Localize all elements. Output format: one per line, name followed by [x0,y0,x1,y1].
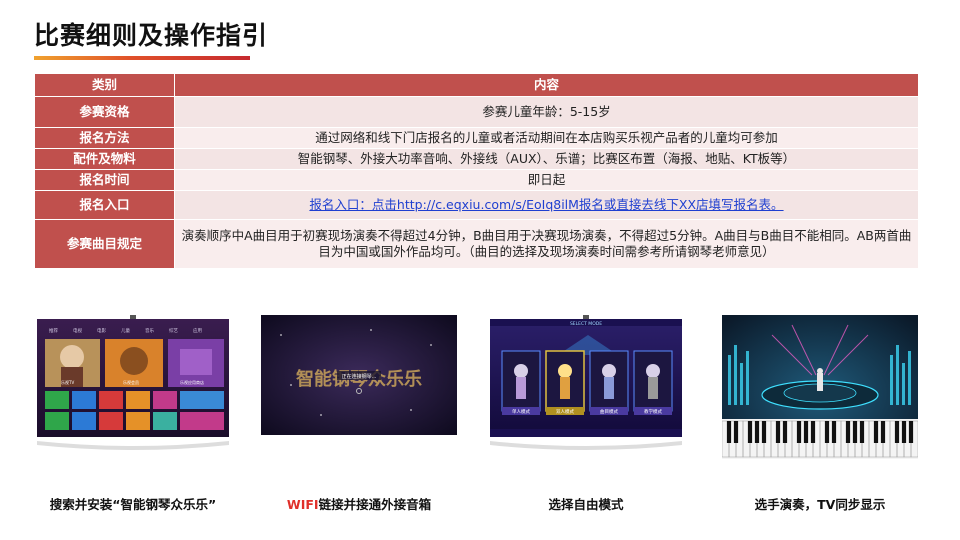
performance-image [722,315,918,459]
row-category: 报名入口 [34,190,175,220]
step-caption: 选择自由模式 [548,497,624,512]
mode-option: 单人模式 [512,408,530,415]
table-row: 报名入口 报名入口：点击http://c.eqxiu.com/s/EoIq8il… [34,190,919,220]
tv-tile-label: 乐视应用商店 [180,379,204,385]
tv-tab: 综艺 [169,327,178,334]
piano-black-key [845,421,851,443]
row-content: 通过网络和线下门店报名的儿童或者活动期间在本店购买乐视产品者的儿童均可参加 [174,127,919,149]
app-loading-screenshot: 智能钢琴众乐乐 正在连接钢琴... [261,315,457,459]
row-content: 智能钢琴、外接大功率音响、外接线（AUX）、乐谱；比赛区布置（海报、地贴、KT板… [174,148,919,170]
piano-black-key [908,421,914,443]
step-caption: WIFI链接并接通外接音箱 [249,494,469,513]
piano-black-key [859,421,865,443]
tv-tab: 音乐 [145,327,154,334]
mode-option: 双人模式 [556,408,574,415]
piano-black-key [831,421,837,443]
row-content: 演奏顺序中A曲目用于初赛现场演奏不得超过4分钟，B曲目用于决赛现场演奏，不得超过… [174,219,919,269]
performance-screenshot [722,315,918,459]
tv-tile-label: 乐视TV [61,379,74,385]
step-caption: 选手演奏，TV同步显示 [754,497,886,512]
table-row: 参赛资格 参赛儿童年龄：5-15岁 [34,96,919,128]
piano-black-key [880,421,886,443]
row-category: 报名时间 [34,169,175,191]
step-caption: 搜索并安装“智能钢琴众乐乐” [49,497,217,512]
piano-black-key [747,421,753,443]
mode-header: SELECT MODE [570,321,602,327]
mode-select-screenshot: SELECT MODE 单人模式 双人模式 曲目模式 教学模式 [488,315,684,459]
piano-black-key [810,421,816,443]
mode-option: 教学模式 [644,408,662,415]
piano-black-key [761,421,767,443]
piano-black-key [775,421,781,443]
row-category: 报名方法 [34,127,175,149]
header-category: 类别 [34,73,175,97]
tv-home-image: 推荐 电视 电影 儿童 音乐 综艺 应用 乐视TV 乐视会员 乐视应用商店 [35,315,231,459]
tv-tab: 儿童 [121,327,130,334]
tv-tab: 电视 [73,327,82,334]
row-category: 配件及物料 [34,148,175,170]
rules-table: 类别 内容 参赛资格 参赛儿童年龄：5-15岁 报名方法 通过网络和线下门店报名… [34,73,919,269]
piano-black-key [733,421,739,443]
piano-black-key [782,421,788,443]
piano-black-key [824,421,830,443]
row-category: 参赛资格 [34,96,175,128]
table-row: 参赛曲目规定 演奏顺序中A曲目用于初赛现场演奏不得超过4分钟，B曲目用于决赛现场… [34,219,919,269]
piano-black-key [873,421,879,443]
piano-black-key [901,421,907,443]
piano-black-key [894,421,900,443]
piano-black-key [726,421,732,443]
tv-tab: 电影 [97,327,106,334]
mode-option: 曲目模式 [600,408,618,415]
table-row: 报名方法 通过网络和线下门店报名的儿童或者活动期间在本店购买乐视产品者的儿童均可… [34,127,919,149]
title-underline [34,56,250,60]
app-loading-image: 智能钢琴众乐乐 正在连接钢琴... [261,315,457,435]
mode-select-image: SELECT MODE 单人模式 双人模式 曲目模式 教学模式 [488,315,684,459]
row-content: 即日起 [174,169,919,191]
loading-text: 正在连接钢琴... [342,373,377,380]
piano-black-key [803,421,809,443]
tv-tab: 应用 [193,327,202,334]
piano-black-key [852,421,858,443]
table-row: 报名时间 即日起 [34,169,919,191]
caption-highlight: WIFI [286,497,319,512]
piano-black-key [796,421,802,443]
tv-home-screenshot: 推荐 电视 电影 儿童 音乐 综艺 应用 乐视TV 乐视会员 乐视应用商店 [35,315,231,459]
tv-tab: 推荐 [49,327,58,334]
caption-text: 链接并接通外接音箱 [318,497,432,512]
table-header-row: 类别 内容 [34,73,919,97]
header-content: 内容 [174,73,919,97]
page-title: 比赛细则及操作指引 [34,21,269,50]
signup-link[interactable]: 报名入口：点击http://c.eqxiu.com/s/EoIq8ilM报名或直… [174,190,919,220]
table-row: 配件及物料 智能钢琴、外接大功率音响、外接线（AUX）、乐谱；比赛区布置（海报、… [34,148,919,170]
row-content: 参赛儿童年龄：5-15岁 [174,96,919,128]
row-category: 参赛曲目规定 [34,219,175,269]
piano-black-key [754,421,760,443]
tv-tile-label: 乐视会员 [123,379,139,385]
